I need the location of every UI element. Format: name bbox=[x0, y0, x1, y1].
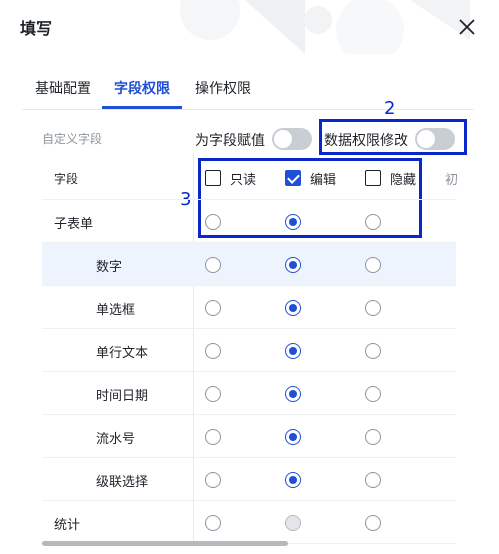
readonly-radio[interactable] bbox=[205, 429, 221, 445]
hidden-column-label: 隐藏 bbox=[390, 173, 417, 188]
hidden-radio[interactable] bbox=[365, 343, 381, 359]
dialog-header: 填写 bbox=[0, 0, 499, 54]
table-header-row: 字段 只读 编辑 隐藏 初 bbox=[42, 157, 459, 200]
hidden-radio[interactable] bbox=[365, 257, 381, 273]
readonly-radio[interactable] bbox=[205, 214, 221, 230]
hidden-radio[interactable] bbox=[365, 300, 381, 316]
readonly-radio[interactable] bbox=[205, 257, 221, 273]
assign-value-label: 为字段赋值 bbox=[195, 133, 265, 149]
decorative-pattern bbox=[180, 0, 470, 54]
field-name: 单选框 bbox=[96, 303, 136, 318]
table-row: 子表单 bbox=[42, 200, 456, 243]
edit-radio[interactable] bbox=[285, 429, 301, 445]
field-name: 时间日期 bbox=[96, 389, 149, 404]
table-row: 单选框 bbox=[42, 286, 456, 329]
table-row: 统计 bbox=[42, 501, 456, 544]
annotation-number-2: 2 bbox=[384, 98, 396, 119]
readonly-radio[interactable] bbox=[205, 343, 221, 359]
edit-radio[interactable] bbox=[285, 300, 301, 316]
hidden-radio[interactable] bbox=[365, 515, 381, 531]
edit-radio[interactable] bbox=[285, 214, 301, 230]
readonly-all-checkbox[interactable] bbox=[205, 170, 221, 186]
hidden-all-checkbox[interactable] bbox=[365, 170, 381, 186]
horizontal-scrollbar[interactable] bbox=[42, 541, 288, 546]
readonly-radio[interactable] bbox=[205, 300, 221, 316]
tab-bar: 基础配置 字段权限 操作权限 bbox=[22, 70, 474, 110]
hidden-radio[interactable] bbox=[365, 472, 381, 488]
initial-column-label: 初 bbox=[445, 173, 459, 188]
field-column-header: 字段 bbox=[54, 172, 79, 186]
table-row: 数字 bbox=[42, 243, 456, 286]
edit-radio[interactable] bbox=[285, 343, 301, 359]
assign-value-toggle[interactable] bbox=[272, 128, 312, 150]
table-row: 时间日期 bbox=[42, 372, 456, 415]
edit-radio[interactable] bbox=[285, 515, 301, 531]
field-name: 级联选择 bbox=[96, 475, 149, 490]
edit-radio[interactable] bbox=[285, 472, 301, 488]
close-icon[interactable] bbox=[454, 14, 480, 40]
table-row: 单行文本 bbox=[42, 329, 456, 372]
tab-field-permissions[interactable]: 字段权限 bbox=[114, 78, 170, 98]
readonly-column-label: 只读 bbox=[230, 173, 257, 188]
tab-action-permissions[interactable]: 操作权限 bbox=[195, 78, 251, 98]
annotation-box-2 bbox=[319, 119, 467, 155]
readonly-radio[interactable] bbox=[205, 472, 221, 488]
hidden-radio[interactable] bbox=[365, 214, 381, 230]
table-row: 级联选择 bbox=[42, 458, 456, 501]
edit-radio[interactable] bbox=[285, 386, 301, 402]
field-name: 子表单 bbox=[54, 217, 94, 232]
active-tab-indicator bbox=[102, 106, 182, 109]
field-name: 统计 bbox=[54, 518, 81, 533]
tab-basic-config[interactable]: 基础配置 bbox=[35, 78, 91, 98]
hidden-radio[interactable] bbox=[365, 429, 381, 445]
edit-all-checkbox[interactable] bbox=[285, 170, 301, 186]
table-row: 流水号 bbox=[42, 415, 456, 458]
readonly-radio[interactable] bbox=[205, 515, 221, 531]
field-name: 数字 bbox=[96, 260, 123, 275]
edit-radio[interactable] bbox=[285, 257, 301, 273]
field-name: 单行文本 bbox=[96, 346, 149, 361]
readonly-radio[interactable] bbox=[205, 386, 221, 402]
field-name: 流水号 bbox=[96, 432, 136, 447]
edit-column-label: 编辑 bbox=[310, 173, 337, 188]
dialog-title: 填写 bbox=[20, 19, 53, 38]
hidden-radio[interactable] bbox=[365, 386, 381, 402]
custom-fields-label: 自定义字段 bbox=[42, 132, 103, 146]
